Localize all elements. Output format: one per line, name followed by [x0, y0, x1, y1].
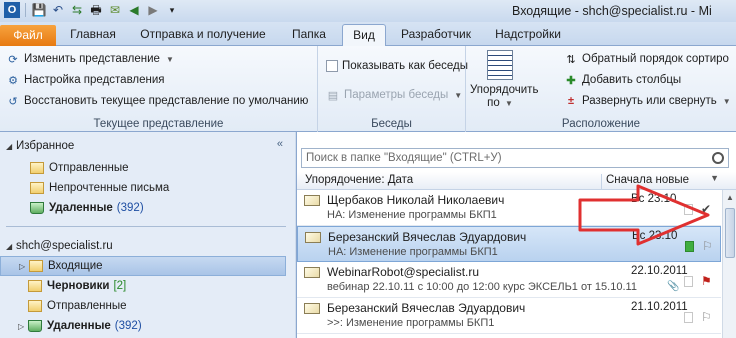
add-columns-button[interactable]: ✚ Добавить столбцы — [564, 73, 681, 87]
envelope-reply-icon — [304, 195, 320, 206]
favorites-header[interactable]: ◢ Избранное — [6, 136, 292, 156]
conversation-settings-icon: ▤ — [327, 89, 339, 102]
group-label-current-view: Текущее представление — [93, 118, 224, 130]
undo-icon[interactable]: ↶ — [50, 2, 66, 18]
group-arrangement: Упорядочить по ▼ ⇅ Обратный порядок сорт… — [466, 46, 736, 132]
checkbox[interactable] — [326, 60, 338, 72]
group-label-arrangement: Расположение — [561, 118, 641, 130]
group-label-conversations: Беседы — [371, 118, 412, 130]
message-row[interactable]: Щербаков Николай Николаевич Вс 23.10 НА:… — [297, 190, 721, 226]
sort-order-header[interactable]: Сначала новые — [601, 174, 689, 190]
favorite-item-deleted[interactable]: Удаленные (392) — [30, 198, 316, 218]
message-row[interactable]: WebinarRobot@specialist.ru 22.10.2011 ве… — [297, 262, 721, 298]
move-icon[interactable]: ✉ — [107, 2, 123, 18]
minimize-pane-icon[interactable]: « — [277, 138, 283, 150]
message-list-pane: Поиск в папке "Входящие" (CTRL+У) Упоряд… — [296, 132, 736, 338]
arrange-by-header[interactable]: Упорядочение: Дата — [305, 174, 413, 186]
drafts-icon — [28, 280, 42, 292]
print-icon[interactable]: 🖶 — [88, 2, 104, 18]
folder-sent[interactable]: Отправленные — [28, 296, 314, 316]
search-input[interactable]: Поиск в папке "Входящие" (CTRL+У) — [301, 148, 729, 168]
tab-home[interactable]: Главная — [60, 24, 126, 46]
expand-triangle-icon[interactable]: ▷ — [18, 322, 28, 331]
reverse-sort-button[interactable]: ⇅ Обратный порядок сортиро — [564, 52, 729, 66]
account-header[interactable]: ◢ shch@specialist.ru — [6, 236, 292, 256]
folder-icon — [28, 300, 42, 312]
envelope-icon — [304, 267, 320, 278]
folder-icon — [30, 162, 44, 174]
tab-file[interactable]: Файл — [0, 25, 56, 46]
checkmark-icon[interactable]: ✔ — [701, 202, 711, 216]
favorite-item-unread[interactable]: Непрочтенные письма — [30, 178, 316, 198]
sort-dropdown-icon[interactable]: ▼ — [710, 173, 719, 183]
back-icon[interactable]: ◀ — [126, 2, 142, 18]
group-current-view: ⟳ Изменить представление ▼ ⚙ Настройка пр… — [0, 46, 318, 132]
settings-icon: ⚙ — [8, 74, 18, 87]
message-row[interactable]: Березанский Вячеслав Эдуардович 21.10.20… — [297, 298, 721, 334]
category-box[interactable] — [684, 204, 693, 215]
tab-view[interactable]: Вид — [342, 24, 386, 47]
flag-outline-icon[interactable]: ⚐ — [702, 239, 713, 253]
reset-view-button[interactable]: ↺ Восстановить текущее представление по … — [6, 94, 308, 108]
expand-triangle-icon[interactable]: ▷ — [19, 262, 29, 271]
category-box[interactable] — [685, 241, 694, 252]
arrangement-header: Упорядочение: Дата Сначала новые ▼ — [297, 172, 736, 190]
folder-drafts[interactable]: Черновики [2] — [28, 276, 314, 296]
reset-icon: ↺ — [8, 95, 18, 108]
tab-folder[interactable]: Папка — [280, 24, 338, 46]
change-view-button[interactable]: ⟳ Изменить представление ▼ — [6, 52, 173, 66]
flag-outline-icon[interactable]: ⚐ — [701, 310, 712, 324]
conversation-settings-button[interactable]: ▤ Параметры беседы ▼ — [326, 88, 462, 102]
red-flag-icon[interactable]: ⚑ — [701, 274, 712, 288]
window-title: Входящие - shch@specialist.ru - Mi — [512, 4, 712, 18]
options-icon[interactable]: ▾ — [164, 2, 180, 18]
show-as-conversations-checkbox[interactable]: Показывать как беседы — [326, 60, 468, 72]
quick-access-toolbar: O 💾 ↶ ⇆ 🖶 ✉ ◀ ▶ ▾ — [4, 2, 180, 18]
envelope-reply-icon — [304, 303, 320, 314]
favorite-item-sent[interactable]: Отправленные — [30, 158, 316, 178]
group-conversations: Показывать как беседы ▤ Параметры беседы… — [318, 46, 468, 132]
tab-send-receive[interactable]: Отправка и получение — [130, 24, 276, 46]
collapse-triangle-icon[interactable]: ◢ — [6, 142, 16, 151]
title-bar: O 💾 ↶ ⇆ 🖶 ✉ ◀ ▶ ▾ Входящие - shch@specia… — [0, 0, 736, 22]
outlook-icon[interactable]: O — [4, 2, 20, 18]
category-box[interactable] — [684, 276, 693, 287]
folder-deleted[interactable]: ▷ Удаленные (392) — [18, 316, 304, 336]
collapse-triangle-icon[interactable]: ◢ — [6, 242, 16, 251]
attachment-icon: 📎 — [667, 281, 680, 292]
search-folder-icon — [30, 182, 44, 194]
vertical-scrollbar[interactable]: ▲ — [722, 190, 736, 338]
expand-collapse-icon: ± — [567, 95, 575, 107]
expand-collapse-button[interactable]: ± Развернуть или свернуть ▼ — [564, 94, 731, 108]
folder-inbox[interactable]: ▷ Входящие — [0, 256, 286, 276]
trash-icon — [28, 320, 42, 332]
sort-arrows-icon: ⇅ — [566, 53, 576, 66]
trash-icon — [30, 202, 44, 214]
scroll-thumb[interactable] — [725, 208, 735, 258]
send-receive-icon[interactable]: ⇆ — [69, 2, 85, 18]
category-box[interactable] — [684, 312, 693, 323]
tab-addins[interactable]: Надстройки — [486, 24, 570, 46]
arrange-by-icon — [487, 50, 513, 80]
search-icon[interactable] — [712, 152, 724, 164]
view-icon: ⟳ — [8, 53, 18, 66]
ribbon: ⟳ Изменить представление ▼ ⚙ Настройка пр… — [0, 46, 736, 132]
ribbon-tabs: Файл Главная Отправка и получение Папка … — [0, 22, 736, 47]
folder-pane: ◢ Избранное « Отправленные Непрочтенные … — [0, 132, 295, 338]
envelope-reply-icon — [305, 232, 321, 243]
scroll-up-icon[interactable]: ▲ — [726, 193, 734, 202]
forward-icon[interactable]: ▶ — [145, 2, 161, 18]
save-icon[interactable]: 💾 — [31, 2, 47, 18]
arrange-by-button[interactable]: Упорядочить по ▼ — [470, 50, 538, 110]
add-columns-icon: ✚ — [566, 74, 576, 87]
tab-developer[interactable]: Разработчик — [390, 24, 482, 46]
view-settings-button[interactable]: ⚙ Настройка представления — [6, 73, 164, 87]
message-row-selected[interactable]: Березанский Вячеслав Эдуардович Вс 23.10… — [297, 226, 721, 262]
inbox-icon — [29, 260, 43, 272]
